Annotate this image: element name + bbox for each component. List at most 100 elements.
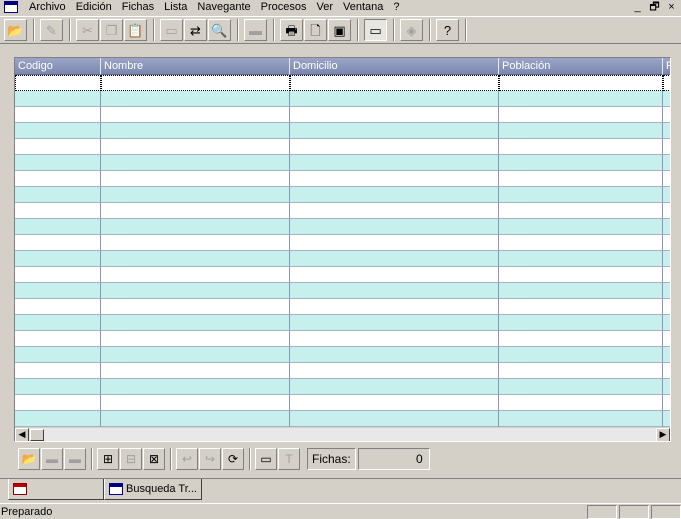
table-cell[interactable] [663,139,670,155]
table-cell[interactable] [101,155,290,171]
table-cell[interactable] [499,123,663,139]
table-cell[interactable] [290,267,499,283]
eraser-icon[interactable]: ◈ [400,19,423,41]
table-cell[interactable] [15,347,101,363]
horizontal-scrollbar[interactable]: ◀ ▶ [15,427,670,441]
table-cell[interactable] [290,203,499,219]
table-cell[interactable] [101,315,290,331]
table-cell[interactable] [663,283,670,299]
table-cell[interactable] [499,299,663,315]
table-cell[interactable] [15,91,101,107]
table-cell[interactable] [290,187,499,203]
table-cell[interactable] [15,123,101,139]
table-cell[interactable] [499,107,663,123]
table-cell[interactable] [290,155,499,171]
copy-icon[interactable]: ❐ [100,19,123,41]
tree-remove-icon[interactable]: ⊟ [120,448,142,470]
table-row[interactable] [15,91,670,107]
table-cell[interactable] [101,379,290,395]
print-icon[interactable]: 🖶 [280,19,303,41]
table-cell[interactable] [663,203,670,219]
table-cell[interactable] [663,235,670,251]
table-cell[interactable] [101,139,290,155]
table-cell[interactable] [15,331,101,347]
table-cell[interactable] [101,123,290,139]
table-cell[interactable] [290,283,499,299]
table-cell[interactable] [499,171,663,187]
table-cell[interactable] [290,347,499,363]
table-cell[interactable] [101,219,290,235]
table-cell[interactable] [663,219,670,235]
table-row[interactable] [15,267,670,283]
table-row[interactable] [15,299,670,315]
table-cell[interactable] [499,251,663,267]
table-cell[interactable] [663,75,670,91]
table-cell[interactable] [499,219,663,235]
table-cell[interactable] [290,395,499,411]
restore-icon[interactable]: 🗗 [649,0,660,14]
table-row[interactable] [15,107,670,123]
table-cell[interactable] [499,283,663,299]
table-cell[interactable] [101,363,290,379]
table-cell[interactable] [15,203,101,219]
menu-archivo[interactable]: Archivo [24,0,71,14]
table-row[interactable] [15,123,670,139]
table-cell[interactable] [663,347,670,363]
open-folder-icon[interactable]: 📂 [4,19,27,41]
minimize-icon[interactable]: _ [632,0,643,14]
table-cell[interactable] [290,91,499,107]
table-cell[interactable] [290,331,499,347]
table-row[interactable] [15,347,670,363]
table-row[interactable] [15,331,670,347]
table-cell[interactable] [663,155,670,171]
table-cell[interactable] [663,411,670,427]
table-cell[interactable] [290,171,499,187]
folder-closed-icon[interactable]: ▬ [64,448,86,470]
table-cell[interactable] [499,395,663,411]
table-cell[interactable] [663,187,670,203]
forward-icon[interactable]: ↪ [199,448,221,470]
table-cell[interactable] [15,251,101,267]
table-cell[interactable] [290,75,499,91]
table-cell[interactable] [499,331,663,347]
table-row[interactable] [15,395,670,411]
table-cell[interactable] [15,107,101,123]
table-cell[interactable] [663,91,670,107]
table-cell[interactable] [499,75,663,91]
table-cell[interactable] [290,363,499,379]
table-cell[interactable] [499,379,663,395]
table-cell[interactable] [663,363,670,379]
table-cell[interactable] [15,363,101,379]
find-icon[interactable]: ⇄ [184,19,207,41]
table-cell[interactable] [101,347,290,363]
table-cell[interactable] [499,187,663,203]
table-row[interactable] [15,219,670,235]
table-cell[interactable] [15,299,101,315]
table-cell[interactable] [290,123,499,139]
table-cell[interactable] [15,219,101,235]
table-cell[interactable] [290,411,499,427]
table-cell[interactable] [663,395,670,411]
tab-tree[interactable] [8,479,104,500]
scrollbar-track[interactable] [44,428,656,442]
table-cell[interactable] [101,395,290,411]
scroll-left-icon[interactable]: ◀ [15,427,29,441]
table-cell[interactable] [663,107,670,123]
scroll-right-icon[interactable]: ▶ [656,427,670,441]
table-cell[interactable] [101,75,290,91]
table-cell[interactable] [499,315,663,331]
table-cell[interactable] [101,203,290,219]
menu-navegante[interactable]: Navegante [192,0,255,14]
search-icon[interactable]: 🔍 [208,19,231,41]
save-icon[interactable]: ▣ [328,19,351,41]
table-cell[interactable] [290,315,499,331]
table-row[interactable] [15,315,670,331]
table-cell[interactable] [499,91,663,107]
folder-icon[interactable]: ▬ [41,448,63,470]
table-cell[interactable] [290,379,499,395]
table-row[interactable] [15,75,670,91]
paste-icon[interactable]: 📋 [124,19,147,41]
table-cell[interactable] [499,235,663,251]
table-cell[interactable] [499,155,663,171]
app-icon[interactable] [4,1,18,13]
